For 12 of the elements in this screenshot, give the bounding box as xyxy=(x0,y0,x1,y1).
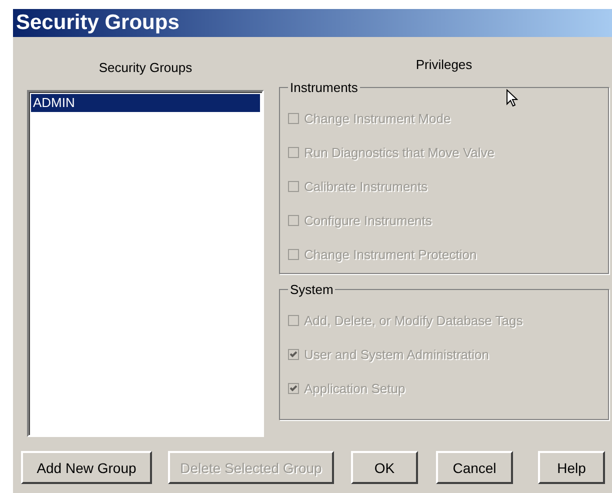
dialog-button[interactable]: Help xyxy=(538,451,605,484)
list-item[interactable]: ADMIN xyxy=(31,94,260,112)
list-heading: Security Groups xyxy=(98,60,192,75)
group-title: System xyxy=(289,282,334,297)
dialog-button[interactable]: OK xyxy=(351,451,418,484)
window-title: Security Groups xyxy=(13,9,612,37)
group-list[interactable]: ADMIN xyxy=(27,90,264,437)
panel-heading: Privileges xyxy=(416,57,472,72)
group-title: Instruments xyxy=(289,80,359,95)
dialog-button[interactable]: Add New Group xyxy=(21,451,152,484)
dialog-button[interactable]: Cancel xyxy=(436,451,513,484)
mouse-cursor-icon xyxy=(506,89,518,108)
